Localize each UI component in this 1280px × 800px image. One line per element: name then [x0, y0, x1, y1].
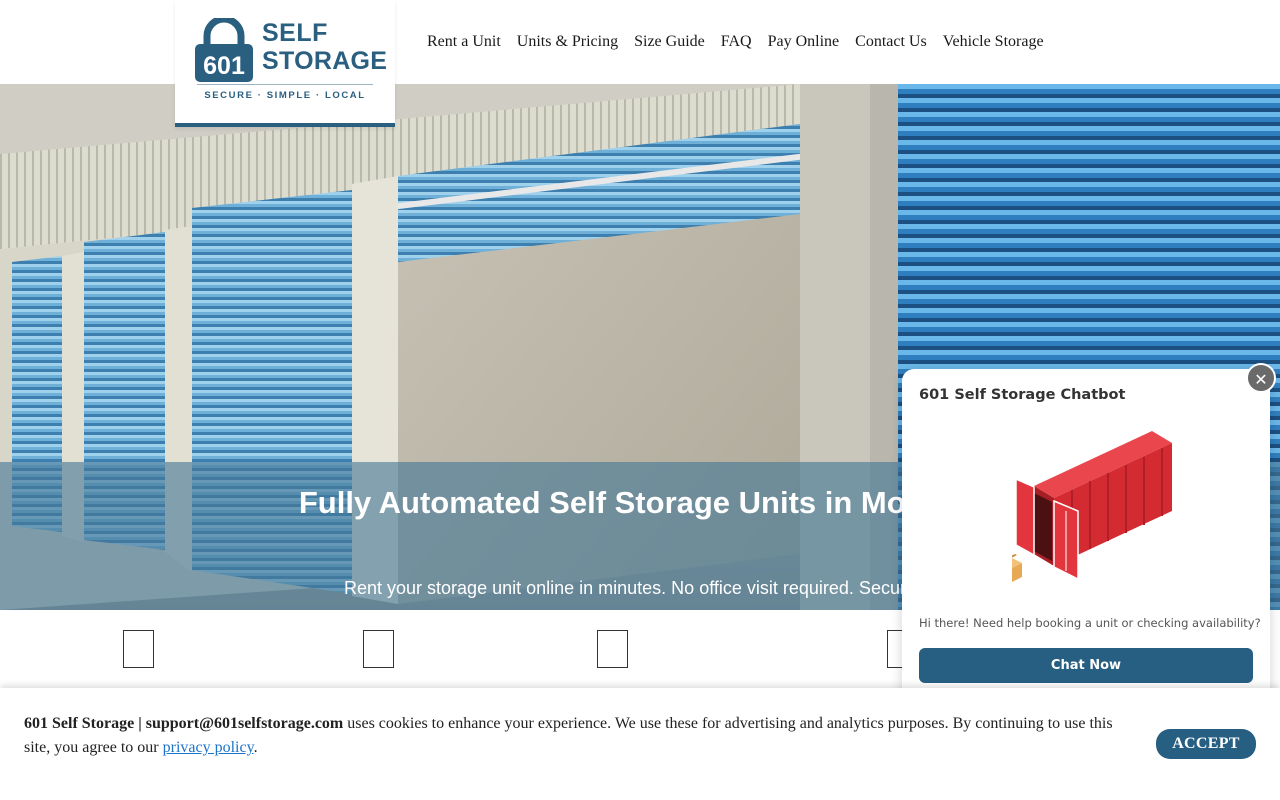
chatbot-greeting: Hi there! Need help booking a unit or ch…	[919, 616, 1261, 630]
nav-pay-online[interactable]: Pay Online	[768, 33, 840, 51]
feature-image-placeholder-icon	[363, 630, 394, 668]
feature-image-placeholder-icon	[597, 630, 628, 668]
cookie-end: .	[253, 739, 258, 756]
shipping-container-icon	[1012, 431, 1172, 582]
feature-image-placeholder-icon	[123, 630, 154, 668]
cookie-accept-button[interactable]: ACCEPT	[1156, 729, 1256, 759]
nav-units-pricing[interactable]: Units & Pricing	[517, 33, 618, 51]
hero-subtitle: Rent your storage unit online in minutes…	[344, 578, 916, 598]
privacy-policy-link[interactable]: privacy policy	[163, 739, 254, 756]
chatbot-close-button[interactable]: ✕	[1246, 363, 1276, 393]
padlock-logo-icon: 601	[195, 18, 253, 82]
nav-size-guide[interactable]: Size Guide	[634, 33, 705, 51]
main-nav: Rent a Unit Units & Pricing Size Guide F…	[427, 33, 1044, 51]
cookie-message: 601 Self Storage | support@601selfstorag…	[24, 712, 1124, 760]
nav-faq[interactable]: FAQ	[721, 33, 752, 51]
nav-contact-us[interactable]: Contact Us	[855, 33, 927, 51]
chatbot-title: 601 Self Storage Chatbot	[919, 387, 1126, 403]
chat-now-button[interactable]: Chat Now	[919, 648, 1253, 683]
logo-number: 601	[203, 52, 245, 80]
cookie-company: 601 Self Storage | support@601selfstorag…	[24, 715, 344, 732]
logo-word-self: SELF	[262, 19, 328, 47]
site-logo[interactable]: 601 SELF STORAGE SECURE · SIMPLE · LOCAL	[175, 0, 395, 127]
chatbot-panel: 601 Self Storage Chatbot Hi there! Need …	[902, 369, 1270, 709]
nav-rent-a-unit[interactable]: Rent a Unit	[427, 33, 501, 51]
nav-vehicle-storage[interactable]: Vehicle Storage	[943, 33, 1044, 51]
logo-word-storage: STORAGE	[262, 47, 388, 75]
logo-divider	[197, 84, 373, 85]
logo-tagline: SECURE · SIMPLE · LOCAL	[204, 90, 366, 101]
cookie-consent-bar: 601 Self Storage | support@601selfstorag…	[0, 688, 1280, 800]
